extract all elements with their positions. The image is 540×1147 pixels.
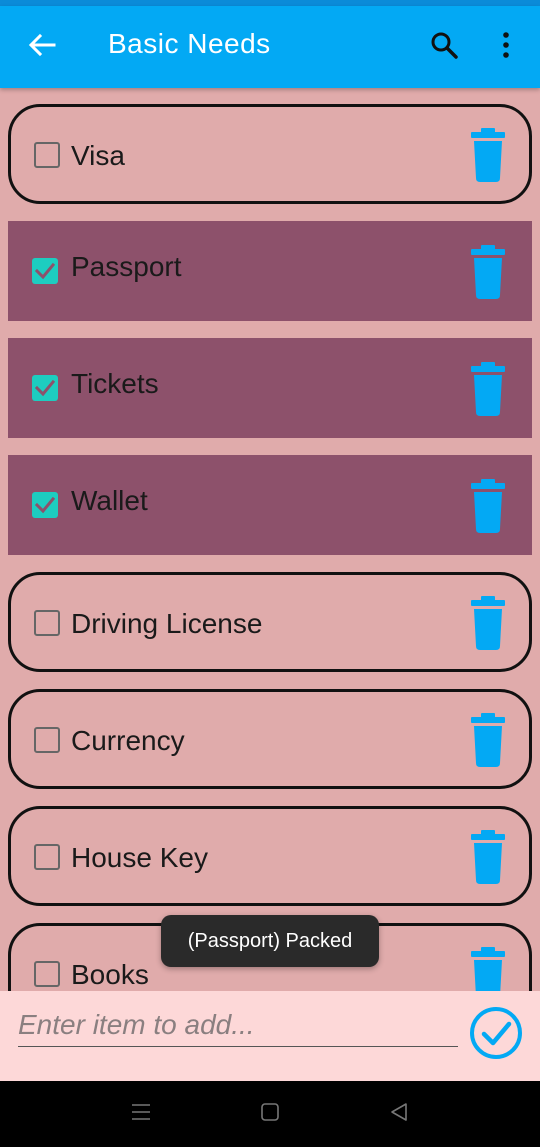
item-label: Currency (71, 725, 185, 756)
trash-icon (471, 830, 505, 884)
list-item[interactable]: Wallet (8, 455, 532, 555)
add-item-input[interactable] (18, 1003, 458, 1047)
item-label: Wallet (71, 485, 148, 516)
delete-item-button[interactable] (469, 947, 507, 991)
page-title: Basic Needs (108, 28, 271, 59)
system-back-button[interactable] (384, 1099, 414, 1129)
item-label: House Key (71, 842, 208, 873)
delete-item-button[interactable] (469, 713, 507, 767)
checkbox-checked[interactable] (32, 258, 58, 284)
trash-icon (471, 245, 505, 299)
item-label: Tickets (71, 368, 159, 399)
checkbox-unchecked[interactable] (34, 727, 60, 753)
trash-icon (471, 596, 505, 650)
checkbox-unchecked[interactable] (34, 142, 60, 168)
checkmark-icon (34, 379, 56, 397)
checkmark-icon (34, 496, 56, 514)
delete-item-button[interactable] (469, 245, 507, 299)
add-item-submit-button[interactable] (468, 1002, 524, 1064)
more-options-button[interactable] (486, 26, 526, 68)
toast-message: (Passport) Packed (161, 915, 379, 967)
delete-item-button[interactable] (469, 362, 507, 416)
item-label: Driving License (71, 608, 263, 639)
system-nav-bar (0, 1081, 540, 1147)
more-vert-icon (502, 31, 510, 63)
delete-item-button[interactable] (469, 128, 507, 182)
list-item[interactable]: Passport (8, 221, 532, 321)
item-label: Books (71, 959, 149, 990)
back-button[interactable] (18, 26, 66, 68)
list-item[interactable]: Tickets (8, 338, 532, 438)
home-icon (260, 1102, 280, 1127)
list-item[interactable]: House Key (8, 806, 532, 906)
trash-icon (471, 479, 505, 533)
trash-icon (471, 713, 505, 767)
app-bar: Basic Needs (0, 6, 540, 88)
item-list[interactable]: Visa Passport Tickets Wallet Driving License… (0, 88, 540, 991)
home-button[interactable] (255, 1099, 285, 1129)
checkbox-checked[interactable] (32, 492, 58, 518)
list-item[interactable]: Currency (8, 689, 532, 789)
recents-icon (131, 1103, 151, 1126)
checkbox-checked[interactable] (32, 375, 58, 401)
checkbox-unchecked[interactable] (34, 961, 60, 987)
checkbox-unchecked[interactable] (34, 844, 60, 870)
checkmark-icon (34, 262, 56, 280)
back-icon (389, 1102, 409, 1127)
add-item-bar (0, 991, 540, 1081)
trash-icon (471, 362, 505, 416)
check-circle-icon (468, 1007, 524, 1068)
trash-icon (471, 128, 505, 182)
delete-item-button[interactable] (469, 479, 507, 533)
search-button[interactable] (420, 26, 468, 68)
delete-item-button[interactable] (469, 596, 507, 650)
back-arrow-icon (28, 33, 56, 62)
item-label: Visa (71, 140, 125, 171)
checkbox-unchecked[interactable] (34, 610, 60, 636)
list-item[interactable]: Visa (8, 104, 532, 204)
trash-icon (471, 947, 505, 991)
delete-item-button[interactable] (469, 830, 507, 884)
list-item[interactable]: Driving License (8, 572, 532, 672)
recents-button[interactable] (126, 1099, 156, 1129)
item-label: Passport (71, 251, 182, 282)
search-icon (430, 31, 458, 64)
